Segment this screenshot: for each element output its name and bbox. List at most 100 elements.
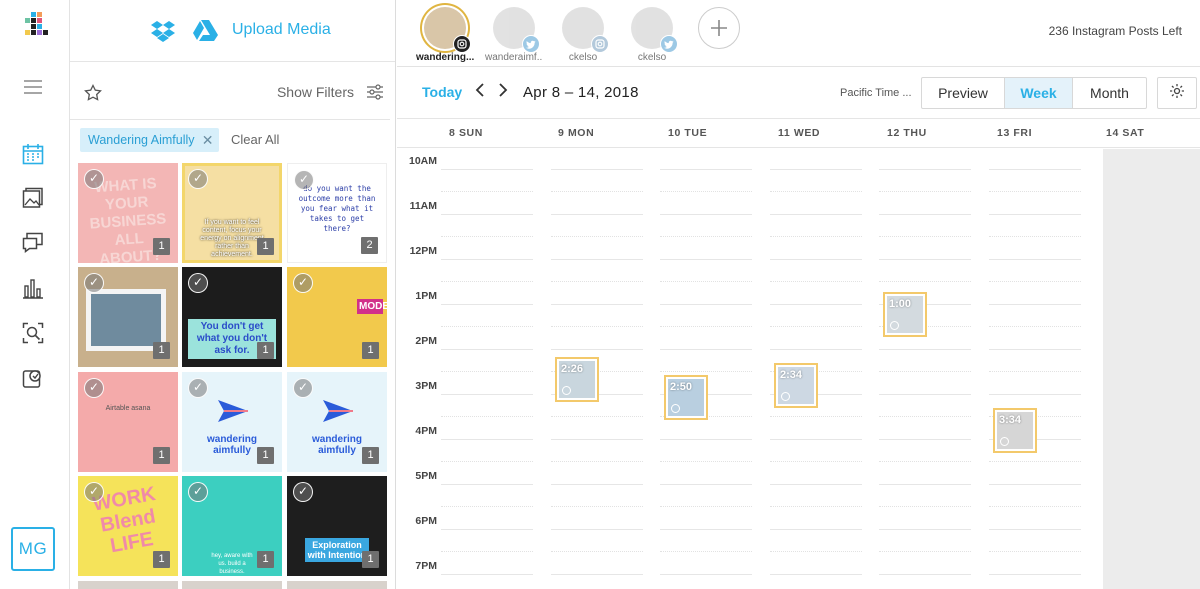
select-check-icon[interactable]: ✓ bbox=[293, 482, 313, 502]
show-filters-button[interactable]: Show Filters bbox=[277, 84, 354, 100]
week-grid[interactable]: 10AM 11AM 12PM 1PM 2PM 3PM 4PM 5PM 6PM 7PM 2:26 2:5… bbox=[397, 149, 1200, 589]
calendar-toolbar: Today Apr 8 – 14, 2018 Pacific Time ... … bbox=[397, 67, 1200, 118]
view-week-button[interactable]: Week bbox=[1005, 78, 1073, 108]
select-check-icon[interactable]: ✓ bbox=[84, 482, 104, 502]
media-tile[interactable]: If you want to feel content, focus your … bbox=[182, 163, 282, 263]
post-status-icon bbox=[562, 385, 571, 395]
select-check-icon[interactable]: ✓ bbox=[84, 169, 104, 189]
scheduled-post[interactable]: 2:50 bbox=[664, 374, 708, 420]
select-check-icon[interactable]: ✓ bbox=[84, 378, 104, 398]
select-check-icon[interactable]: ✓ bbox=[188, 273, 208, 293]
filter-tag[interactable]: Wandering Aimfully ✕ bbox=[80, 128, 219, 152]
user-avatar[interactable]: MG bbox=[11, 527, 55, 571]
upload-media-link[interactable]: Upload Media bbox=[232, 21, 331, 39]
media-tile[interactable]: WHAT IS YOUR BUSINESS ALL ABOUT? ✓ 1 bbox=[78, 163, 178, 263]
profile-instagram[interactable]: wandering... bbox=[416, 7, 474, 63]
media-tile[interactable]: WORK Blend LIFE ✓ 1 bbox=[78, 476, 178, 576]
half-hour-line bbox=[441, 506, 533, 507]
select-check-icon[interactable]: ✓ bbox=[294, 170, 314, 190]
scheduled-post[interactable]: 3:34 bbox=[993, 407, 1037, 453]
hour-line bbox=[441, 574, 533, 575]
search-hashtag-icon[interactable] bbox=[20, 320, 46, 346]
select-check-icon[interactable]: ✓ bbox=[293, 378, 313, 398]
add-profile-button[interactable] bbox=[690, 7, 748, 49]
media-tile[interactable]: wandering aimfully ✓ 1 bbox=[287, 372, 387, 472]
half-hour-line bbox=[660, 461, 752, 462]
calendar-settings-button[interactable] bbox=[1157, 77, 1197, 109]
star-icon[interactable] bbox=[84, 84, 102, 107]
hour-label: 5PM bbox=[415, 470, 437, 482]
hour-line bbox=[441, 349, 533, 350]
media-tile[interactable]: MODERNISM ✓ 1 bbox=[287, 267, 387, 367]
select-check-icon[interactable]: ✓ bbox=[188, 169, 208, 189]
hour-line bbox=[770, 304, 862, 305]
instagram-icon bbox=[591, 35, 609, 53]
scheduled-post[interactable]: 2:26 bbox=[555, 356, 599, 402]
google-drive-icon[interactable] bbox=[192, 19, 218, 48]
half-hour-line bbox=[441, 326, 533, 327]
half-hour-line bbox=[660, 236, 752, 237]
link-settings-icon[interactable] bbox=[20, 365, 46, 391]
day-column[interactable] bbox=[441, 149, 533, 589]
left-rail: MG bbox=[0, 0, 70, 589]
hour-line bbox=[989, 484, 1081, 485]
hour-line bbox=[551, 349, 643, 350]
day-column[interactable] bbox=[989, 149, 1081, 589]
select-check-icon[interactable]: ✓ bbox=[188, 482, 208, 502]
analytics-icon[interactable] bbox=[20, 275, 46, 301]
profile-instagram[interactable]: ckelso bbox=[554, 7, 612, 63]
view-preview-button[interactable]: Preview bbox=[922, 78, 1005, 108]
timezone-selector[interactable]: Pacific Time ... bbox=[840, 87, 912, 99]
media-tile[interactable]: do you want the outcome more than you fe… bbox=[287, 163, 387, 263]
app-root: MG Upload Media Show Filters Wandering A… bbox=[0, 0, 1200, 589]
plus-icon bbox=[698, 7, 740, 49]
profile-twitter[interactable]: wanderaimf... bbox=[485, 7, 543, 63]
day-column[interactable] bbox=[660, 149, 752, 589]
select-check-icon[interactable]: ✓ bbox=[84, 273, 104, 293]
select-check-icon[interactable]: ✓ bbox=[188, 378, 208, 398]
hour-label: 2PM bbox=[415, 335, 437, 347]
hour-line bbox=[441, 169, 533, 170]
calendar-icon[interactable] bbox=[20, 141, 46, 167]
media-tile[interactable]: ✓ 1 bbox=[78, 267, 178, 367]
day-label: 8 SUN bbox=[449, 127, 483, 139]
next-week-icon[interactable] bbox=[497, 82, 513, 102]
media-tile[interactable]: Exploration with Intention ✓ 1 bbox=[287, 476, 387, 576]
half-hour-line bbox=[879, 191, 971, 192]
media-tile[interactable]: hey, aware with us. build a business. ✓ 1 bbox=[182, 476, 282, 576]
view-month-button[interactable]: Month bbox=[1073, 78, 1146, 108]
hour-line bbox=[879, 214, 971, 215]
profile-twitter[interactable]: ckelso bbox=[623, 7, 681, 63]
clear-all-button[interactable]: Clear All bbox=[231, 132, 279, 147]
menu-icon[interactable] bbox=[20, 74, 46, 100]
scheduled-post[interactable]: 2:34 bbox=[774, 362, 818, 408]
half-hour-line bbox=[879, 416, 971, 417]
half-hour-line bbox=[660, 281, 752, 282]
prev-week-icon[interactable] bbox=[474, 82, 490, 102]
hour-line bbox=[660, 349, 752, 350]
hour-label: 6PM bbox=[415, 515, 437, 527]
post-status-icon bbox=[781, 391, 790, 401]
day-column[interactable] bbox=[879, 149, 971, 589]
post-time: 1:00 bbox=[889, 298, 912, 310]
media-tile[interactable]: wandering aimfully ✓ 1 bbox=[182, 372, 282, 472]
filter-sliders-icon[interactable] bbox=[366, 83, 384, 106]
media-tile[interactable]: You don't get what you don't ask for. ✓ 1 bbox=[182, 267, 282, 367]
dropbox-icon[interactable] bbox=[150, 19, 176, 48]
select-check-icon[interactable]: ✓ bbox=[293, 273, 313, 293]
scheduled-post[interactable]: 1:00 bbox=[883, 292, 927, 337]
image-library-icon[interactable] bbox=[20, 185, 46, 211]
media-tile[interactable] bbox=[78, 581, 178, 589]
media-tile[interactable]: Airtable asana ✓ 1 bbox=[78, 372, 178, 472]
post-status-icon bbox=[1000, 436, 1009, 446]
hour-line bbox=[989, 574, 1081, 575]
conversations-icon[interactable] bbox=[20, 230, 46, 256]
media-tile[interactable] bbox=[287, 581, 387, 589]
half-hour-line bbox=[879, 506, 971, 507]
remove-tag-icon[interactable]: ✕ bbox=[202, 128, 214, 152]
upload-bar: Upload Media bbox=[70, 0, 395, 62]
app-logo[interactable] bbox=[17, 10, 53, 42]
media-tile[interactable] bbox=[182, 581, 282, 589]
half-hour-line bbox=[551, 326, 643, 327]
today-button[interactable]: Today bbox=[422, 84, 462, 100]
